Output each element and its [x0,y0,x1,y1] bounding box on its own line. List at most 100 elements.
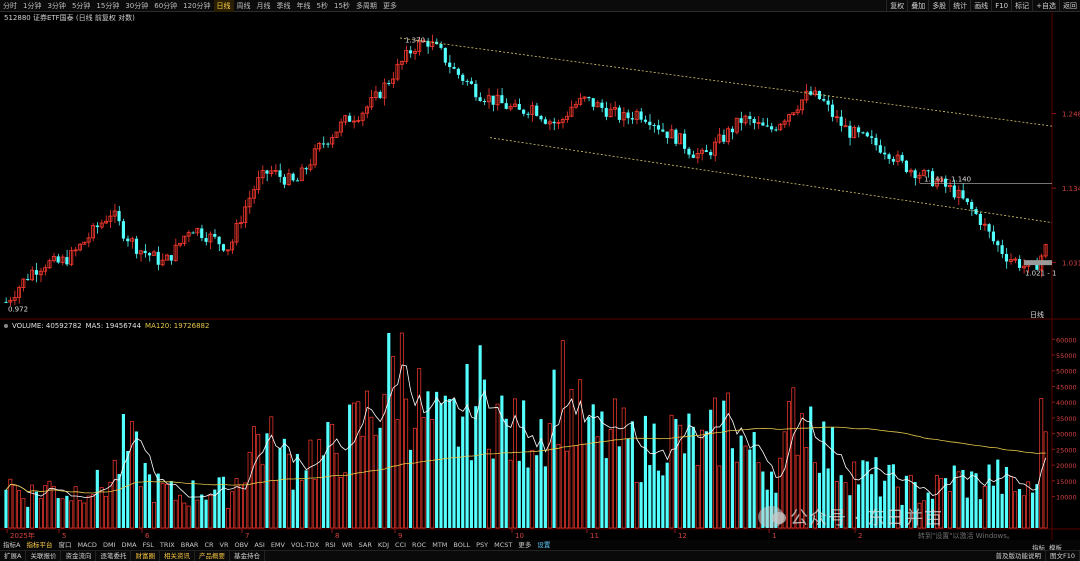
volume-bar-down [439,403,443,528]
indicator-tab-23[interactable]: PSY [473,540,491,550]
bottom-tab-2[interactable]: 资金流向 [61,550,97,561]
volume-bar-up [334,452,339,529]
candle-body-down [952,185,956,198]
indicator-tab-3[interactable]: MACD [74,540,99,550]
volume-bar-down [661,475,665,528]
indicator-tab-24[interactable]: MCST [491,540,515,550]
volume-bar-up [312,479,317,529]
indicator-tab-25[interactable]: 更多 [515,540,534,550]
volume-bar-up [82,502,87,529]
indicator-tab-5[interactable]: DMA [118,540,139,550]
volume-bar-down [478,345,482,528]
indicator-tab-22[interactable]: BOLL [450,540,473,550]
indicator-tab-7[interactable]: TRIX [157,540,178,550]
indicator-tab-13[interactable]: EMV [268,540,288,550]
volume-bar-down [34,491,38,528]
volume-bar-up [339,477,343,529]
candle-body-down [304,167,308,170]
indicator-tab-2[interactable]: 窗口 [55,540,74,550]
candle-body-down [987,224,991,232]
ma120-value: MA120: 19726882 [145,322,210,330]
indicator-tab-9[interactable]: CR [201,540,216,550]
volume-bar-up [713,397,717,529]
volume-bar-down [65,495,69,528]
volume-bar-down [730,448,734,528]
candle-body-down [169,255,173,261]
volume-bar-down [474,406,478,528]
vol-tick-label-4: 40000 [1056,399,1077,407]
volume-bar-down [321,455,326,528]
candle-body-down [378,91,382,98]
indicator-tab-18[interactable]: KDJ [375,540,392,550]
candle-body-down [857,127,861,133]
bottom-tab-1[interactable]: 关联报价 [26,550,62,561]
volume-bar-down [709,409,713,528]
indicator-tab-1[interactable]: 指标平台 [23,540,55,550]
volume-bar-up [495,403,500,529]
volume-bar-down [126,451,130,528]
price-tick-label-1: 1.134 [1062,185,1080,193]
indicator-tab-12[interactable]: ASI [251,540,268,550]
volume-bar-up [182,502,187,529]
candle-body-down [348,115,352,122]
bottom-tab-3[interactable]: 逐笔委托 [96,550,132,561]
volume-bar-up [569,389,574,529]
volume-bar-down [704,431,708,528]
candle-body-down [709,152,713,156]
indicator-tab-21[interactable]: MTM [429,540,450,550]
annotation-high: 1.370 [405,37,425,45]
wechat-icon [758,506,786,528]
volume-bar-down [674,418,678,528]
volume-bar-down [652,423,656,528]
indicator-tab-19[interactable]: CCI [392,540,409,550]
candle-body-down [1000,245,1004,254]
x-label-0: 2025年 [10,531,35,540]
indicator-tab-14[interactable]: VOL-TDX [288,540,322,550]
bottom-tab-5[interactable]: 相关资讯 [160,550,195,561]
indicator-tab-8[interactable]: BRAR [178,540,202,550]
indicator-tab-16[interactable]: WR [339,540,356,550]
indicator-tab-6[interactable]: FSL [140,540,157,550]
volume-bar-up [573,445,578,529]
indicator-tab-17[interactable]: SAR [356,540,375,550]
candle-body-down [878,145,882,153]
candle-body-down [770,126,774,130]
bottom-right: 普及版功能说明 图文F10 [991,550,1080,561]
volume-bar-up [86,495,91,529]
candle-body-down [517,104,521,110]
indicator-tab-0[interactable]: 指标A [0,540,23,550]
indicator-tab-15[interactable]: RSI [322,540,339,550]
candle-body-down [822,99,826,101]
indicator-tab-4[interactable]: DMI [100,540,119,550]
side-period-label[interactable]: 日线 [1030,310,1044,320]
bottom-tab-7[interactable]: 基金持仓 [230,550,265,561]
bottom-right-1[interactable]: 图文F10 [1046,550,1080,561]
indicator-tab-11[interactable]: OBV [231,540,251,550]
candle-body-down [456,68,460,75]
volume-bar-up [230,491,235,529]
volume-bar-up [382,393,387,529]
volume-bar-down [643,415,647,528]
candle-body-down [95,225,99,228]
indicator-tab-20[interactable]: ROC [409,540,429,550]
vol-tick-label-9: 15000 [1056,478,1077,486]
bottom-tab-0[interactable]: 扩展A [0,550,27,561]
kline-chart[interactable]: 1.248 1.134 1.031 60000 55000 50000 45000 40000… [0,0,1080,561]
bottom-tab-6[interactable]: 产品概要 [195,550,230,561]
volume-bar-down [687,413,691,528]
indicator-tab-10[interactable]: VR [217,540,232,550]
candle-body-down [687,148,691,155]
volume-bar-up [982,485,987,529]
indicator-tab-26[interactable]: 设置 [534,540,553,550]
volume-bar-up [178,494,182,529]
x-label-2: 6 [145,532,150,540]
candle-body-down [156,251,160,265]
volume-bar-up [530,449,535,529]
candle-body-down [535,105,539,116]
bottom-tab-4[interactable]: 财富圈 [131,550,160,561]
candle-body-down [826,100,830,105]
bottom-right-0[interactable]: 普及版功能说明 [991,550,1046,561]
candle-body-down [1004,253,1009,262]
volume-bar-down [665,462,669,528]
volume-bar-down [617,446,621,528]
